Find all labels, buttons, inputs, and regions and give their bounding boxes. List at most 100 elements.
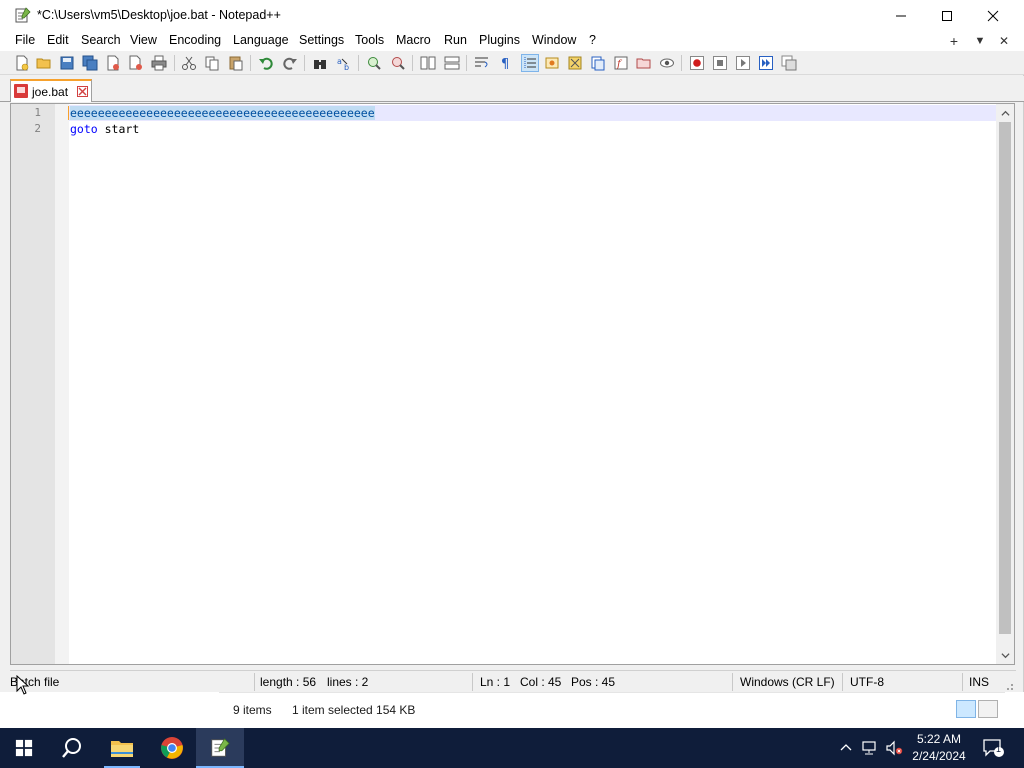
code-line-2[interactable]: goto start [69, 121, 996, 137]
document-list-button[interactable] [589, 54, 607, 72]
notepadpp-app-icon[interactable] [14, 6, 32, 24]
notepadpp-window: *C:\Users\vm5\Desktop\joe.bat - Notepad+… [0, 0, 1024, 692]
large-icons-view-button[interactable] [978, 700, 998, 718]
paste-button[interactable] [227, 54, 245, 72]
chrome-taskbar-button[interactable] [148, 728, 196, 768]
redo-button[interactable] [281, 54, 299, 72]
menu-file[interactable]: File [15, 33, 35, 47]
tab-close-button[interactable] [77, 86, 88, 97]
menu-view[interactable]: View [130, 33, 157, 47]
zoom-in-button[interactable] [365, 54, 383, 72]
svg-text:¶: ¶ [501, 57, 509, 71]
undo-button[interactable] [257, 54, 275, 72]
user-defined-language-button[interactable] [543, 54, 561, 72]
chevron-up-icon [840, 744, 852, 751]
indent-guide-button[interactable] [521, 54, 539, 72]
folder-as-workspace-button[interactable] [635, 54, 653, 72]
chevron-up-icon [1000, 110, 1010, 116]
menu-encoding[interactable]: Encoding [169, 33, 221, 47]
windows-logo-icon [15, 739, 33, 757]
close-document-button[interactable]: ✕ [994, 31, 1014, 51]
macro-stop-button[interactable] [711, 54, 729, 72]
word-wrap-button[interactable] [473, 54, 491, 72]
save-all-button[interactable] [81, 54, 99, 72]
macro-run-multiple-button[interactable] [757, 54, 775, 72]
macro-save-icon [781, 55, 797, 71]
macro-play-button[interactable] [734, 54, 752, 72]
menu-run[interactable]: Run [444, 33, 467, 47]
cut-button[interactable] [180, 54, 198, 72]
new-file-button[interactable] [13, 54, 31, 72]
status-eol[interactable]: Windows (CR LF) [740, 675, 835, 689]
fold-margin[interactable] [55, 104, 69, 664]
menu-help[interactable]: ? [589, 33, 596, 47]
notepadpp-taskbar-button[interactable] [196, 728, 244, 768]
macro-save-button[interactable] [780, 54, 798, 72]
editor-pane[interactable]: 1 2 eeeeeeeeeeeeeeeeeeeeeeeeeeeeeeeeeeee… [10, 103, 1015, 665]
clock-date[interactable]: 2/24/2024 [908, 749, 970, 763]
network-tray-button[interactable] [860, 738, 880, 758]
clock-time[interactable]: 5:22 AM [910, 732, 968, 746]
find-button[interactable] [311, 54, 329, 72]
file-explorer-taskbar-button[interactable] [98, 728, 146, 768]
function-list-button[interactable]: f [612, 54, 630, 72]
zoom-out-button[interactable] [389, 54, 407, 72]
tab-joe-bat[interactable]: joe.bat [10, 79, 92, 102]
maximize-icon [942, 10, 952, 21]
title-bar[interactable]: *C:\Users\vm5\Desktop\joe.bat - Notepad+… [0, 0, 1024, 31]
scroll-up-button[interactable] [996, 104, 1014, 122]
menu-window[interactable]: Window [532, 33, 576, 47]
menu-plugins[interactable]: Plugins [479, 33, 520, 47]
close-button[interactable] [970, 0, 1016, 31]
text-area[interactable]: eeeeeeeeeeeeeeeeeeeeeeeeeeeeeeeeeeeeeeee… [69, 104, 996, 664]
minimize-button[interactable] [878, 0, 924, 31]
redo-icon [283, 57, 297, 70]
vertical-scrollbar[interactable] [996, 104, 1014, 664]
copy-button[interactable] [203, 54, 221, 72]
scroll-down-button[interactable] [996, 646, 1014, 664]
sync-horizontal-icon [444, 56, 460, 70]
menu-tools[interactable]: Tools [355, 33, 384, 47]
search-button[interactable] [48, 728, 96, 768]
close-file-button[interactable] [104, 54, 122, 72]
toolbar-separator [174, 55, 175, 71]
eye-icon [660, 58, 674, 68]
macro-record-button[interactable] [688, 54, 706, 72]
menu-language[interactable]: Language [233, 33, 289, 47]
action-center-button[interactable]: 1 [982, 738, 1006, 758]
word-wrap-icon [475, 57, 488, 68]
status-encoding[interactable]: UTF-8 [850, 675, 884, 689]
monitoring-button[interactable] [658, 54, 676, 72]
volume-tray-button[interactable] [884, 738, 904, 758]
menu-search[interactable]: Search [81, 33, 121, 47]
resize-grip-icon[interactable] [1004, 681, 1014, 691]
show-hidden-icons-button[interactable] [836, 738, 856, 758]
show-all-characters-button[interactable]: ¶ [497, 54, 515, 72]
details-view-button[interactable] [956, 700, 976, 718]
print-button[interactable] [150, 54, 168, 72]
explorer-items-count: 9 items [233, 703, 272, 717]
code-line-1[interactable]: eeeeeeeeeeeeeeeeeeeeeeeeeeeeeeeeeeeeeeee… [69, 105, 996, 121]
menu-macro[interactable]: Macro [396, 33, 431, 47]
status-line: Ln : 1 [480, 675, 511, 689]
start-button[interactable] [0, 728, 48, 768]
replace-button[interactable]: ab [335, 54, 353, 72]
toolbar-separator [358, 55, 359, 71]
status-insert-mode[interactable]: INS [969, 675, 989, 689]
menu-settings[interactable]: Settings [299, 33, 344, 47]
document-list-icon [591, 56, 605, 71]
sync-horizontal-scroll-button[interactable] [443, 54, 461, 72]
document-map-button[interactable] [566, 54, 584, 72]
scrollbar-thumb[interactable] [999, 122, 1011, 634]
maximize-button[interactable] [924, 0, 970, 31]
menu-edit[interactable]: Edit [47, 33, 69, 47]
line-number: 2 [34, 122, 41, 135]
close-all-button[interactable] [127, 54, 145, 72]
save-button[interactable] [58, 54, 76, 72]
save-icon [60, 56, 74, 70]
new-tab-plus-button[interactable]: + [944, 31, 964, 51]
sync-vertical-scroll-button[interactable] [419, 54, 437, 72]
open-file-button[interactable] [35, 54, 53, 72]
tab-list-dropdown-button[interactable]: ▼ [970, 31, 990, 51]
indent-guide-icon [524, 57, 536, 69]
